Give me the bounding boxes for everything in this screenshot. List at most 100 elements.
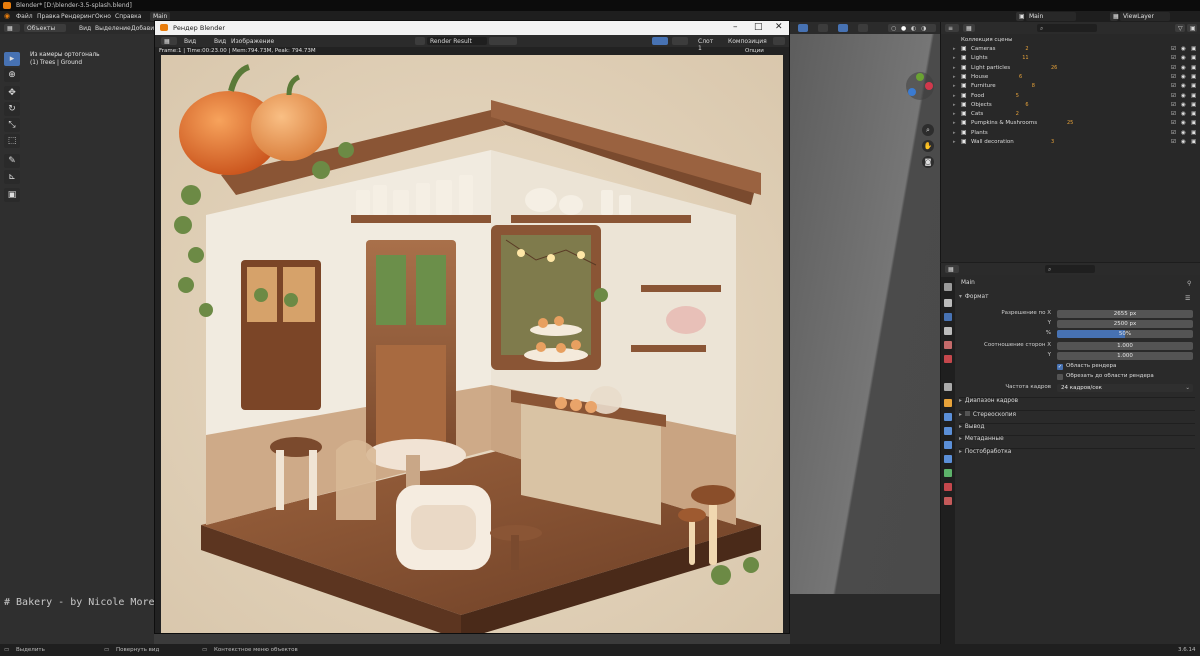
camera-render-icon[interactable]: ▣ — [1191, 65, 1196, 71]
presets-list-icon[interactable]: ☰ — [1185, 295, 1190, 302]
res-x-field[interactable]: 2655 px — [1057, 310, 1193, 318]
object-tab-icon[interactable] — [944, 399, 952, 407]
collapsed-panel-header[interactable]: ▸ Диапазон кадров — [959, 397, 1195, 408]
eye-icon[interactable]: ◉ — [1181, 139, 1186, 145]
view-layer-selector[interactable]: ViewLayer — [1120, 12, 1170, 21]
image-overlay-icon[interactable] — [672, 37, 688, 45]
material-shading-icon[interactable]: ◐ — [911, 25, 916, 32]
gizmo-toggle-icon[interactable] — [798, 24, 808, 32]
menu-file[interactable]: Файл — [16, 13, 33, 20]
image-menu-image[interactable]: Изображение — [228, 37, 277, 45]
outliner-collection-row[interactable]: ▸ ▣ Light particles 26 ☑ ◉ ▣ — [941, 64, 1199, 73]
overlay-toggle-icon[interactable] — [818, 24, 828, 32]
outliner-collection-row[interactable]: ▸ ▣ Cameras 2 ☑ ◉ ▣ — [941, 45, 1199, 54]
outliner-filter-icon[interactable]: ▽ — [1175, 24, 1185, 32]
overlay-options-icon[interactable] — [858, 24, 868, 32]
tool-tab-icon[interactable] — [944, 283, 952, 291]
outliner-root-row[interactable]: Коллекция сцены — [941, 36, 1199, 45]
view-layer-icon[interactable]: ▦ — [1110, 12, 1119, 21]
aspect-x-field[interactable]: 1.000 — [1057, 342, 1193, 350]
format-panel-header[interactable]: ▾ Формат — [959, 294, 1195, 305]
maximize-icon[interactable]: □ — [754, 22, 763, 32]
options-menu[interactable]: Опции — [745, 48, 764, 54]
scene-tab-icon[interactable] — [944, 341, 952, 349]
camera-render-icon[interactable]: ▣ — [1191, 74, 1196, 80]
annotate-tool-icon[interactable]: ✎ — [4, 154, 20, 168]
camera-render-icon[interactable]: ▣ — [1191, 93, 1196, 99]
properties-editor-type-icon[interactable]: ▦ — [945, 265, 959, 273]
image-datablock-icons[interactable] — [489, 37, 517, 45]
aspect-y-field[interactable]: 1.000 — [1057, 352, 1193, 360]
eye-icon[interactable]: ◉ — [1181, 55, 1186, 61]
res-y-field[interactable]: 2500 px — [1057, 320, 1193, 328]
measure-tool-icon[interactable]: ⊾ — [4, 170, 20, 184]
exclude-checkbox[interactable]: ☑ — [1171, 130, 1176, 136]
render-window[interactable]: Рендер Blender – □ ✕ ▦ Вид Вид Изображен… — [154, 20, 790, 634]
expand-right-icon[interactable]: ▸ — [953, 102, 956, 108]
shading-modes[interactable]: ○ ● ◐ ◑ — [888, 24, 936, 32]
view-layer-tab-icon[interactable] — [944, 327, 952, 335]
composite-layer-selector[interactable]: Композиция — [725, 37, 771, 45]
exclude-checkbox[interactable]: ☑ — [1171, 139, 1176, 145]
outliner-collection-row[interactable]: ▸ ▣ Wall decoration 3 ☑ ◉ ▣ — [941, 138, 1199, 147]
scale-tool-icon[interactable]: ⤡ — [4, 118, 20, 132]
outliner-collection-row[interactable]: ▸ ▣ Lights 11 ☑ ◉ ▣ — [941, 54, 1199, 63]
eye-icon[interactable]: ◉ — [1181, 65, 1186, 71]
camera-render-icon[interactable]: ▣ — [1191, 83, 1196, 89]
outliner-collection-row[interactable]: ▸ ▣ Furniture 8 ☑ ◉ ▣ — [941, 82, 1199, 91]
outliner-search-input[interactable]: ⌕ — [1037, 24, 1097, 32]
image-display-channels-icon[interactable] — [773, 37, 785, 45]
expand-right-icon[interactable]: ▸ — [953, 46, 956, 52]
rotate-tool-icon[interactable]: ↻ — [4, 102, 20, 116]
output-tab-icon[interactable] — [944, 313, 952, 321]
outliner-collection-row[interactable]: ▸ ▣ Objects 6 ☑ ◉ ▣ — [941, 101, 1199, 110]
properties-search-input[interactable]: ⌕ — [1045, 265, 1095, 273]
image-name-field[interactable]: Render Result — [427, 37, 487, 45]
camera-render-icon[interactable]: ▣ — [1191, 55, 1196, 61]
eye-icon[interactable]: ◉ — [1181, 102, 1186, 108]
render-window-titlebar[interactable]: Рендер Blender – □ ✕ — [155, 21, 789, 35]
transform-tool-icon[interactable]: ⬚ — [4, 134, 20, 148]
menu-render[interactable]: Рендеринг — [61, 13, 95, 20]
exclude-checkbox[interactable]: ☑ — [1171, 93, 1176, 99]
rendered-shading-icon[interactable]: ◑ — [921, 25, 926, 32]
cursor-tool-icon[interactable]: ⊕ — [4, 68, 20, 82]
exclude-checkbox[interactable]: ☑ — [1171, 74, 1176, 80]
exclude-checkbox[interactable]: ☑ — [1171, 65, 1176, 71]
eye-icon[interactable]: ◉ — [1181, 111, 1186, 117]
collapsed-panel-header[interactable]: ▸ Постобработка — [959, 448, 1195, 459]
expand-right-icon[interactable]: ▸ — [953, 65, 956, 71]
exclude-checkbox[interactable]: ☑ — [1171, 46, 1176, 52]
image-gizmo-icon[interactable] — [652, 37, 668, 45]
eye-icon[interactable]: ◉ — [1181, 120, 1186, 126]
render-region-checkbox[interactable]: ✓ — [1057, 364, 1063, 370]
exclude-checkbox[interactable]: ☑ — [1171, 83, 1176, 89]
texture-tab-icon[interactable] — [944, 497, 952, 505]
exclude-checkbox[interactable]: ☑ — [1171, 102, 1176, 108]
outliner-collection-row[interactable]: ▸ ▣ Food 5 ☑ ◉ ▣ — [941, 92, 1199, 101]
eye-icon[interactable]: ◉ — [1181, 83, 1186, 89]
constraints-tab-icon[interactable] — [944, 455, 952, 463]
menu-help[interactable]: Справка — [115, 13, 141, 20]
axis-y-icon[interactable] — [916, 73, 924, 81]
world-tab-icon[interactable] — [944, 355, 952, 363]
expand-right-icon[interactable]: ▸ — [953, 111, 956, 117]
stereoscopy-checkbox[interactable] — [964, 410, 970, 416]
render-tab-icon[interactable] — [944, 299, 952, 307]
physics-tab-icon[interactable] — [944, 441, 952, 449]
outliner-display-mode-icon[interactable]: ▦ — [963, 24, 975, 32]
mode-selector[interactable]: Объекты — [24, 24, 66, 32]
zoom-icon[interactable]: ⌕ — [922, 124, 934, 136]
expand-right-icon[interactable]: ▸ — [953, 74, 956, 80]
minimize-icon[interactable]: – — [733, 22, 738, 32]
exclude-checkbox[interactable]: ☑ — [1171, 111, 1176, 117]
camera-render-icon[interactable]: ▣ — [1191, 139, 1196, 145]
res-percent-slider[interactable]: 50% — [1057, 330, 1193, 338]
move-tool-icon[interactable]: ✥ — [4, 86, 20, 100]
modifier-tab-icon[interactable] — [944, 413, 952, 421]
image-menu-view-2[interactable]: Вид — [211, 37, 229, 45]
close-icon[interactable]: ✕ — [775, 22, 783, 32]
axis-z-icon[interactable] — [908, 88, 916, 96]
menu-edit[interactable]: Правка — [37, 13, 60, 20]
render-result-image[interactable] — [161, 55, 783, 633]
